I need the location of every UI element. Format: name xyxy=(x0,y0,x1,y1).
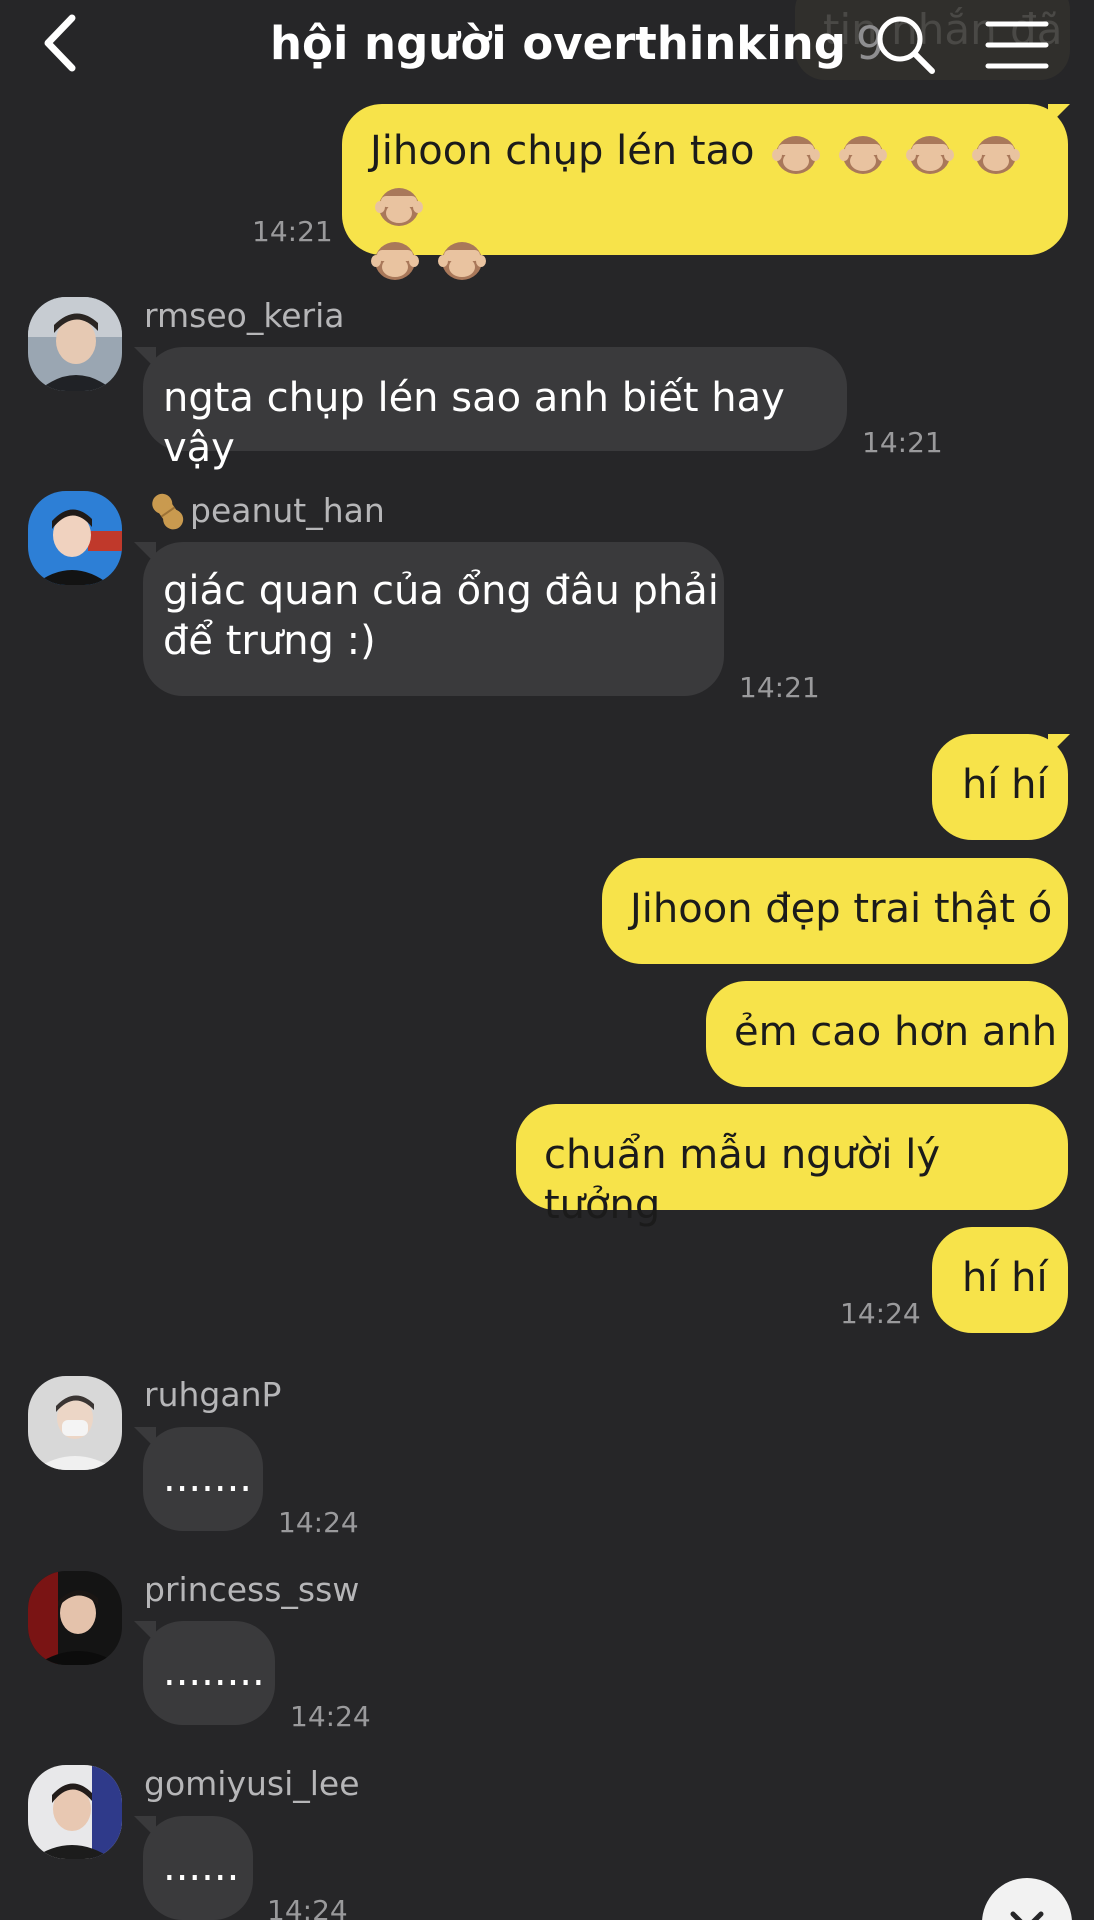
chevron-left-icon xyxy=(44,14,76,72)
avatar-rmseo-keria[interactable] xyxy=(28,297,122,391)
message-text: ngta chụp lén sao anh biết hay vậy xyxy=(163,375,785,471)
chat-title: hội người overthinking 9 xyxy=(270,14,885,74)
scroll-to-bottom-button[interactable] xyxy=(982,1878,1072,1920)
message-text: ........ xyxy=(163,1649,265,1695)
message-text-line: Jihoon chụp lén tao xyxy=(370,126,1040,230)
see-no-evil-monkey-icon xyxy=(375,188,423,226)
see-no-evil-monkey-icon xyxy=(437,242,486,280)
avatar-image xyxy=(28,1571,122,1665)
message-timestamp: 14:21 xyxy=(252,215,333,248)
my-message-bubble[interactable]: ẻm cao hơn anh xyxy=(706,981,1068,1087)
my-message-bubble[interactable]: chuẩn mẫu người lý tưởng xyxy=(516,1104,1068,1228)
message-timestamp: 14:24 xyxy=(278,1506,359,1539)
message-text: chuẩn mẫu người lý tưởng xyxy=(544,1132,940,1228)
sender-name: peanut_han xyxy=(190,491,385,530)
avatar-image xyxy=(28,491,122,585)
avatar-image xyxy=(28,297,122,391)
message-text-line: để trưng :) xyxy=(163,618,376,664)
message-text: hí hí xyxy=(962,762,1048,808)
avatar-ruhganp[interactable] xyxy=(28,1376,122,1470)
see-no-evil-monkey-icon xyxy=(371,242,419,280)
my-message-bubble[interactable]: Jihoon đẹp trai thật ó xyxy=(602,858,1068,964)
message-text: hí hí xyxy=(962,1255,1048,1301)
chat-title-text: hội người overthinking xyxy=(270,17,846,70)
emoji-row-2 xyxy=(370,232,1040,284)
message-text: Jihoon chụp lén tao xyxy=(370,128,755,174)
chat-header: tin nhắn đã hội người overthinking 9 xyxy=(0,0,1094,90)
avatar-peanut-han[interactable] xyxy=(28,491,122,585)
sender-name: princess_ssw xyxy=(144,1570,360,1609)
their-message-bubble[interactable]: ........ xyxy=(143,1621,275,1725)
my-message-bubble[interactable]: hí hí xyxy=(932,1227,1068,1333)
message-timestamp: 14:21 xyxy=(862,426,943,459)
message-timestamp: 14:24 xyxy=(267,1894,348,1920)
back-button[interactable] xyxy=(30,8,90,78)
their-message-bubble[interactable]: ...... xyxy=(143,1816,253,1920)
hamburger-menu-icon xyxy=(985,21,1049,69)
sender-name: gomiyusi_lee xyxy=(144,1764,360,1803)
their-message-bubble[interactable]: ....... xyxy=(143,1427,263,1531)
avatar-princess-ssw[interactable] xyxy=(28,1571,122,1665)
their-message-bubble[interactable]: giác quan của ổng đâu phải để trưng :) xyxy=(143,542,724,696)
message-timestamp: 14:21 xyxy=(739,671,820,704)
avatar-image xyxy=(28,1376,122,1470)
chevron-down-icon xyxy=(1010,1911,1044,1920)
search-button[interactable] xyxy=(870,10,940,80)
search-icon xyxy=(877,16,935,74)
message-text: ẻm cao hơn anh xyxy=(734,1009,1058,1055)
my-message-bubble[interactable]: hí hí xyxy=(932,734,1068,840)
avatar-image xyxy=(28,1765,122,1859)
see-no-evil-monkey-icon xyxy=(772,136,821,174)
sender-name: ruhganP xyxy=(144,1375,282,1414)
message-text: ....... xyxy=(163,1455,253,1501)
peanut-icon xyxy=(152,493,184,530)
chat-screen: tin nhắn đã hội người overthinking 9 Jih… xyxy=(0,0,1094,1920)
message-timestamp: 14:24 xyxy=(840,1297,921,1330)
message-text-line: giác quan của ổng đâu phải xyxy=(163,568,719,614)
sender-name: rmseo_keria xyxy=(144,296,345,335)
avatar-gomiyusi-lee[interactable] xyxy=(28,1765,122,1859)
menu-button[interactable] xyxy=(982,10,1054,80)
see-no-evil-monkey-icon xyxy=(972,136,1021,174)
message-text: ...... xyxy=(163,1844,240,1890)
message-text: Jihoon đẹp trai thật ó xyxy=(630,886,1053,932)
their-message-bubble[interactable]: ngta chụp lén sao anh biết hay vậy xyxy=(143,347,847,471)
my-message-bubble[interactable]: Jihoon chụp lén tao xyxy=(342,104,1068,280)
see-no-evil-monkey-icon xyxy=(838,136,887,174)
message-timestamp: 14:24 xyxy=(290,1700,371,1733)
see-no-evil-monkey-icon xyxy=(905,136,954,174)
